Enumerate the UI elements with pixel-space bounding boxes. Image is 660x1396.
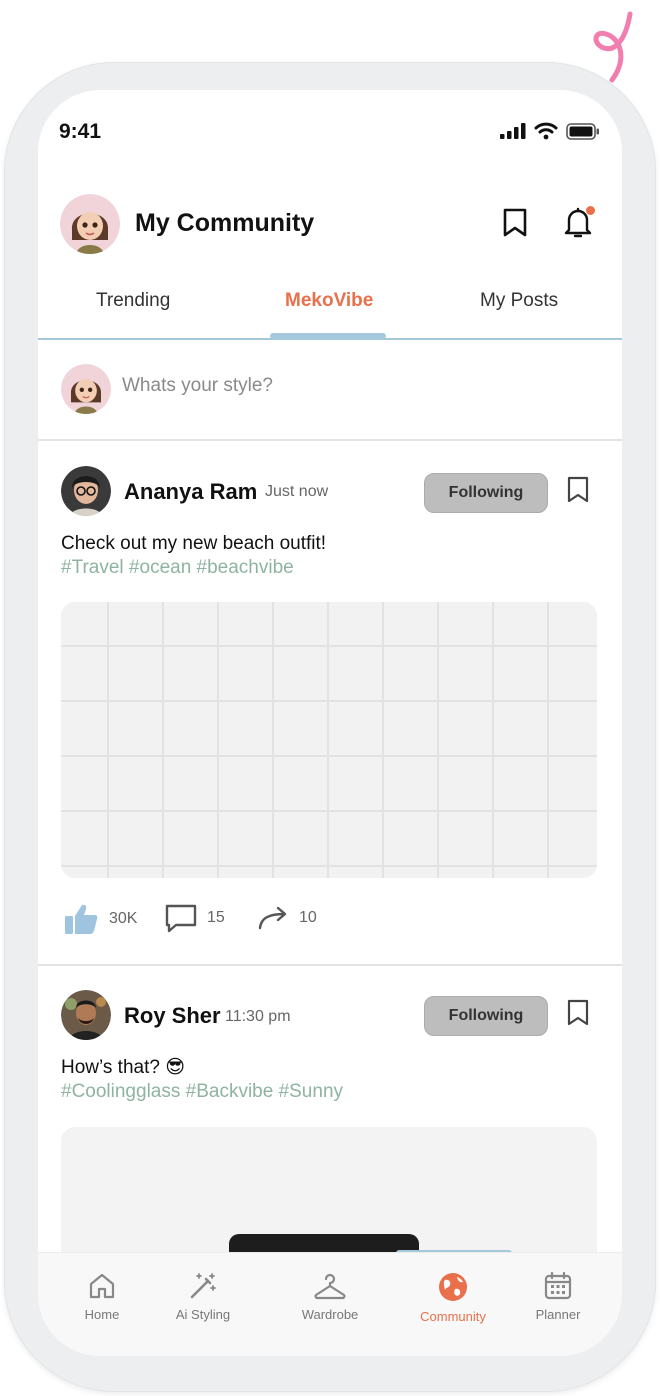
avatar[interactable] bbox=[60, 194, 120, 254]
share-arrow-icon bbox=[258, 906, 287, 930]
status-time: 9:41 bbox=[59, 120, 102, 143]
signal-icon bbox=[500, 123, 526, 139]
post-divider bbox=[38, 964, 622, 966]
magic-wand-icon bbox=[190, 1273, 216, 1299]
globe-icon bbox=[439, 1273, 467, 1301]
bookmark-icon[interactable] bbox=[502, 208, 528, 238]
app-screen: 9:41 My Community Trending MekoVibe My P… bbox=[38, 90, 622, 1356]
calendar-icon bbox=[544, 1271, 572, 1300]
nav-community-label: Community bbox=[420, 1309, 486, 1324]
post-author-name[interactable]: Ananya Ram bbox=[124, 479, 257, 505]
tab-trending[interactable]: Trending bbox=[96, 290, 170, 312]
wifi-icon bbox=[534, 122, 558, 140]
share-count: 10 bbox=[299, 909, 317, 926]
post-timestamp: 11:30 pm bbox=[225, 1008, 291, 1025]
style-input[interactable] bbox=[122, 375, 522, 397]
tab-mekovibe[interactable]: MekoVibe bbox=[285, 290, 373, 312]
post-timestamp: Just now bbox=[265, 483, 329, 500]
share-action[interactable]: 10 bbox=[257, 905, 317, 931]
post-author-name[interactable]: Roy Sher bbox=[124, 1003, 221, 1029]
composer-divider bbox=[38, 439, 622, 441]
following-button[interactable]: Following bbox=[424, 473, 548, 513]
post-image-placeholder[interactable] bbox=[61, 602, 597, 878]
post-bookmark-icon[interactable] bbox=[566, 476, 590, 504]
hanger-icon bbox=[314, 1273, 346, 1300]
post-author-avatar[interactable] bbox=[61, 466, 111, 516]
post-hashtags[interactable]: #Coolingglass #Backvibe #Sunny bbox=[61, 1081, 343, 1103]
following-button[interactable]: Following bbox=[424, 996, 548, 1036]
status-icons bbox=[500, 122, 600, 140]
post-bookmark-icon[interactable] bbox=[566, 999, 590, 1027]
composer-avatar bbox=[61, 364, 111, 414]
post-hashtags[interactable]: #Travel #ocean #beachvibe bbox=[61, 557, 294, 579]
notification-dot bbox=[586, 206, 595, 215]
nav-community[interactable]: Community bbox=[403, 1271, 503, 1324]
comment-count: 15 bbox=[207, 909, 225, 926]
post-caption: Check out my new beach outfit! bbox=[61, 533, 327, 554]
tab-bar: Trending MekoVibe My Posts bbox=[38, 280, 622, 340]
nav-wardrobe-label: Wardrobe bbox=[301, 1307, 359, 1322]
page-title: My Community bbox=[135, 209, 315, 237]
nav-ai-styling-label: Ai Styling bbox=[175, 1307, 231, 1322]
tab-my-posts[interactable]: My Posts bbox=[480, 290, 558, 312]
nav-home[interactable]: Home bbox=[52, 1271, 152, 1322]
like-count: 30K bbox=[109, 910, 138, 927]
nav-home-label: Home bbox=[84, 1307, 120, 1322]
nav-planner-label: Planner bbox=[535, 1307, 581, 1322]
battery-icon bbox=[566, 122, 599, 140]
home-icon bbox=[89, 1273, 115, 1299]
nav-planner[interactable]: Planner bbox=[508, 1271, 608, 1322]
nav-ai-styling[interactable]: Ai Styling bbox=[153, 1271, 253, 1322]
post-caption: How’s that? 😎 bbox=[61, 1057, 186, 1078]
like-action[interactable]: 30K bbox=[63, 903, 137, 935]
comment-action[interactable]: 15 bbox=[165, 903, 225, 933]
post-author-avatar[interactable] bbox=[61, 990, 111, 1040]
comment-icon bbox=[165, 904, 197, 933]
thumbs-up-icon bbox=[65, 904, 98, 934]
tab-divider bbox=[38, 338, 622, 340]
bottom-navigation: Home Ai Styling Wardrobe Community Plann… bbox=[38, 1252, 622, 1356]
nav-wardrobe[interactable]: Wardrobe bbox=[280, 1271, 380, 1322]
